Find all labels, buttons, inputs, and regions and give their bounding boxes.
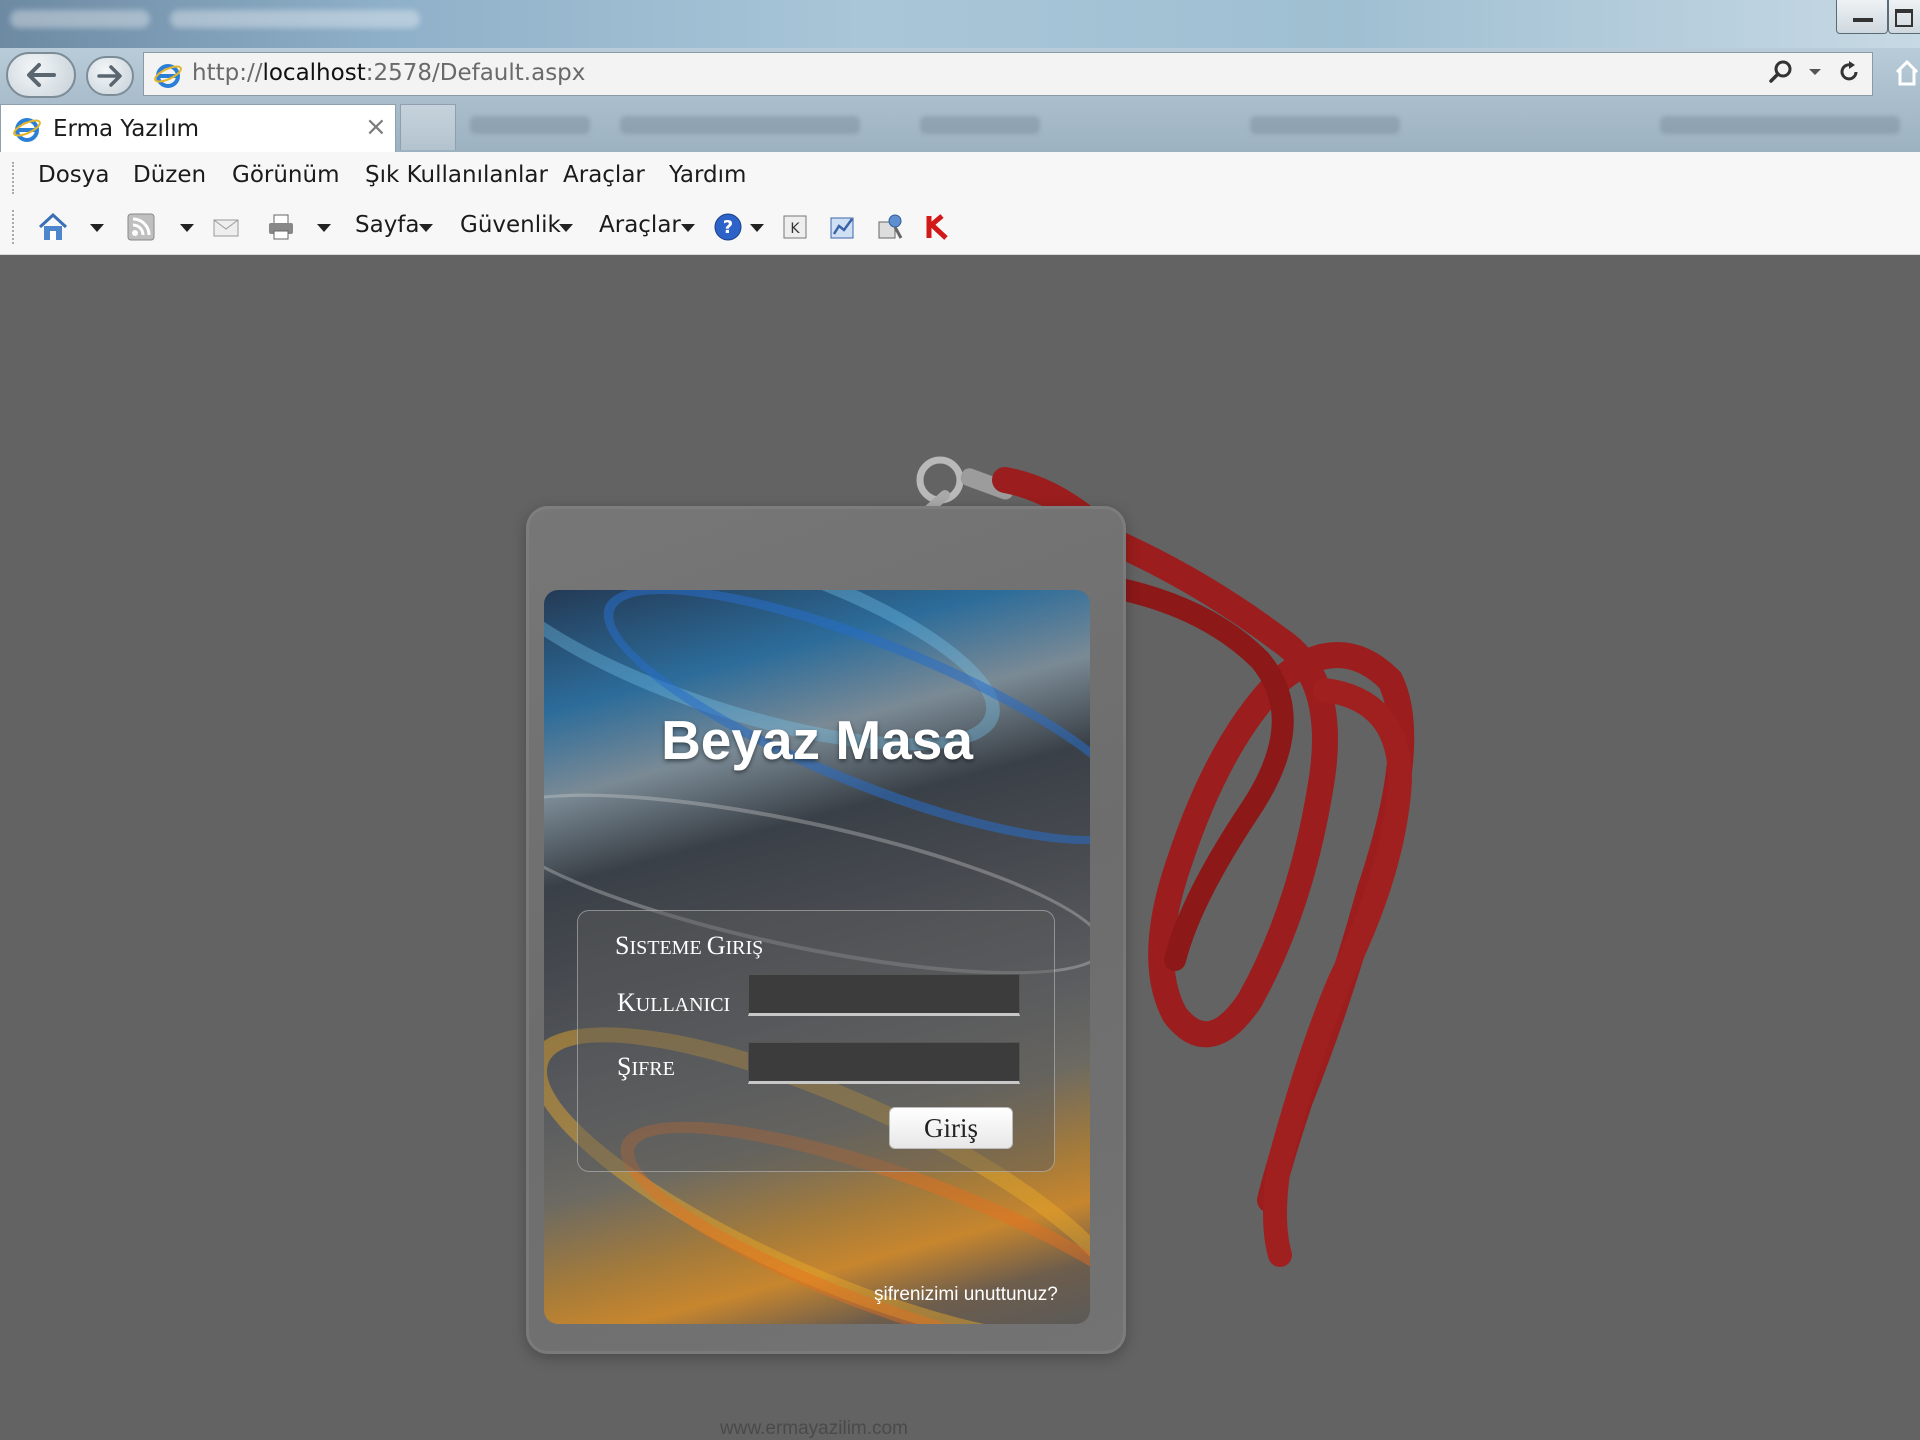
refresh-icon[interactable] bbox=[1836, 59, 1862, 85]
rss-feed-icon[interactable] bbox=[126, 212, 156, 242]
mail-icon[interactable] bbox=[211, 212, 241, 242]
page-dropdown-icon[interactable] bbox=[419, 224, 433, 232]
home-icon[interactable] bbox=[1894, 58, 1920, 86]
address-url[interactable]: http://localhost:2578/Default.aspx bbox=[192, 60, 585, 86]
feeds-dropdown-icon[interactable] bbox=[180, 224, 194, 232]
address-tools bbox=[1768, 59, 1862, 85]
search-icon[interactable] bbox=[1768, 59, 1794, 85]
tools-dropdown-icon[interactable] bbox=[681, 224, 695, 232]
menu-dosya[interactable]: Dosya bbox=[38, 162, 109, 188]
login-heading-initial: S bbox=[615, 931, 630, 960]
menu-yardim[interactable]: Yardım bbox=[669, 162, 746, 188]
login-heading2-rest: IRIŞ bbox=[725, 937, 764, 959]
kaspersky-icon[interactable] bbox=[924, 212, 954, 242]
username-label-rest: ULLANICI bbox=[635, 994, 731, 1016]
svg-text:K: K bbox=[790, 221, 800, 237]
svg-text:?: ? bbox=[723, 217, 733, 238]
help-dropdown-icon[interactable] bbox=[750, 224, 764, 232]
menu-bar: Dosya Düzen Görünüm Şık Kullanılanlar Ar… bbox=[0, 152, 1920, 202]
addon-tool-icon[interactable] bbox=[875, 212, 905, 242]
ie-logo-icon bbox=[13, 118, 41, 142]
login-heading2-initial: G bbox=[706, 931, 726, 960]
safety-menu-label[interactable]: Güvenlik bbox=[460, 212, 561, 238]
url-path: :2578/Default.aspx bbox=[365, 60, 586, 86]
tab-strip-blur bbox=[1250, 116, 1400, 134]
close-tab-icon[interactable]: × bbox=[365, 112, 387, 142]
back-arrow-icon bbox=[27, 63, 56, 87]
menu-araclar[interactable]: Araçlar bbox=[563, 162, 645, 188]
maximize-button[interactable] bbox=[1888, 0, 1920, 34]
password-label-rest: IFRE bbox=[631, 1058, 675, 1080]
addon-k-icon[interactable]: K bbox=[780, 212, 810, 242]
command-bar-grip[interactable] bbox=[12, 210, 16, 244]
url-scheme: http:// bbox=[192, 60, 263, 86]
username-label: KULLANICI bbox=[617, 988, 730, 1018]
print-dropdown-icon[interactable] bbox=[317, 224, 331, 232]
menu-sik-kullanilanlar[interactable]: Şık Kullanılanlar bbox=[365, 162, 548, 188]
page-menu-label[interactable]: Sayfa bbox=[355, 212, 420, 238]
password-label: ŞIFRE bbox=[617, 1052, 675, 1082]
home-dropdown-icon[interactable] bbox=[90, 224, 104, 232]
menu-bar-grip[interactable] bbox=[12, 162, 16, 194]
menu-duzen[interactable]: Düzen bbox=[133, 162, 206, 188]
login-heading: SISTEME GIRIŞ bbox=[615, 931, 763, 961]
search-dropdown-icon[interactable] bbox=[1808, 67, 1822, 77]
addon-chart-icon[interactable] bbox=[828, 212, 858, 242]
maximize-icon bbox=[1895, 9, 1913, 27]
forgot-password-link[interactable]: şifrenizimi unuttunuz? bbox=[874, 1284, 1058, 1306]
forward-button[interactable] bbox=[86, 56, 134, 96]
new-tab-button[interactable] bbox=[400, 104, 456, 150]
tab-strip-blur bbox=[920, 116, 1040, 134]
title-bar-blur bbox=[10, 10, 150, 28]
back-button[interactable] bbox=[6, 52, 76, 98]
footer-url: www.ermayazilim.com bbox=[720, 1418, 908, 1439]
forward-arrow-icon bbox=[97, 65, 122, 87]
printer-icon[interactable] bbox=[266, 212, 296, 242]
url-host: localhost bbox=[262, 60, 366, 86]
title-bar-blur bbox=[170, 10, 420, 28]
card-title: Beyaz Masa bbox=[661, 709, 973, 771]
home-icon[interactable] bbox=[38, 212, 68, 242]
address-bar[interactable]: http://localhost:2578/Default.aspx bbox=[143, 52, 1873, 96]
username-input[interactable] bbox=[748, 974, 1020, 1016]
tab-strip-blur bbox=[620, 116, 860, 134]
safety-dropdown-icon[interactable] bbox=[559, 224, 573, 232]
password-input[interactable] bbox=[748, 1042, 1020, 1084]
tab-strip-blur bbox=[1660, 116, 1900, 134]
minimize-button[interactable] bbox=[1836, 0, 1888, 34]
username-label-initial: K bbox=[617, 988, 636, 1017]
tab-strip-blur bbox=[470, 116, 590, 134]
help-icon[interactable]: ? bbox=[713, 212, 743, 242]
window-title-bar bbox=[0, 0, 1920, 48]
menu-gorunum[interactable]: Görünüm bbox=[232, 162, 340, 188]
login-button[interactable]: Giriş bbox=[889, 1107, 1013, 1149]
login-heading-rest: ISTEME bbox=[629, 937, 707, 959]
ie-logo-icon bbox=[154, 64, 182, 88]
minimize-icon bbox=[1853, 18, 1873, 22]
tab-title: Erma Yazılım bbox=[53, 116, 200, 142]
command-bar: Sayfa Güvenlik Araçlar ? K bbox=[0, 202, 1920, 255]
password-label-initial: Ş bbox=[617, 1052, 632, 1081]
tab-erma-yazilim[interactable]: Erma Yazılım × bbox=[0, 104, 396, 152]
tools-menu-label[interactable]: Araçlar bbox=[599, 212, 681, 238]
